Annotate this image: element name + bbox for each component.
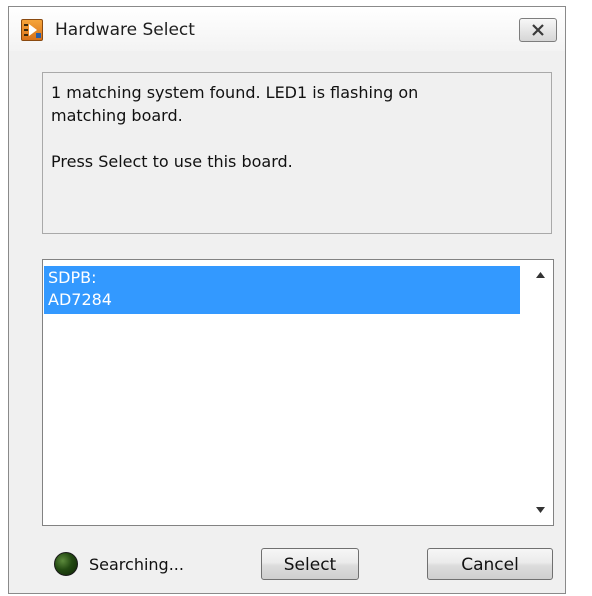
scroll-up-button[interactable] (527, 264, 553, 286)
scroll-down-button[interactable] (527, 499, 553, 521)
close-button[interactable] (519, 18, 557, 42)
hardware-select-dialog: Hardware Select 1 matching system found.… (8, 6, 566, 594)
status-led-icon (54, 552, 78, 576)
window-title: Hardware Select (55, 20, 195, 40)
message-line-3: Press Select to use this board. (51, 152, 293, 171)
close-icon (532, 24, 544, 36)
scroll-up-arrow-icon (536, 272, 545, 278)
message-line-1: 1 matching system found. LED1 is flashin… (51, 83, 419, 102)
list-item-line-2: AD7284 (48, 290, 112, 309)
cancel-button[interactable]: Cancel (427, 548, 553, 580)
list-item-line-1: SDPB: (48, 268, 97, 287)
app-icon (21, 19, 43, 41)
hardware-listbox[interactable]: SDPB: AD7284 (42, 259, 554, 526)
list-item[interactable]: SDPB: AD7284 (44, 266, 520, 314)
scroll-down-arrow-icon (536, 507, 545, 513)
message-box: 1 matching system found. LED1 is flashin… (42, 72, 552, 234)
message-line-2: matching board. (51, 106, 183, 125)
select-button[interactable]: Select (261, 548, 359, 580)
title-bar[interactable]: Hardware Select (9, 7, 565, 51)
vertical-scrollbar[interactable] (527, 260, 553, 525)
status-text: Searching... (89, 555, 184, 574)
